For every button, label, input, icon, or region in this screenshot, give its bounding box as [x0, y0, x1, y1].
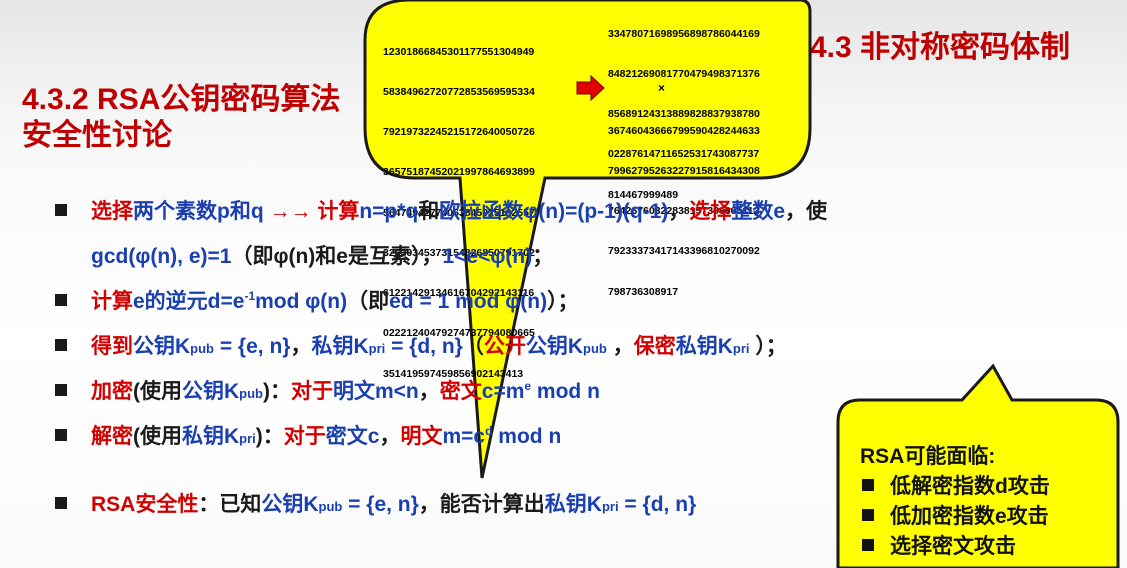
slide-title: 4.3 非对称密码体制 — [810, 31, 1071, 64]
callout-item: 低加密指数e攻击 — [862, 500, 1049, 530]
section-subtitle: 安全性讨论 — [22, 119, 172, 152]
callout-item: 选择密文攻击 — [862, 530, 1016, 560]
bullet-key-generation: 选择两个素数p和q →→ 计算n=p*q和欧拉函数φ(n)=(p-1)(q-1)… — [55, 195, 827, 225]
section-title: 4.3.2 RSA公钥密码算法 — [22, 83, 341, 116]
bullet-encryption: 加密(使用公钥Kpub)：对于明文m<n，密文c=me mod n — [55, 375, 600, 405]
bullet-square-icon — [55, 294, 67, 307]
bullet-key-generation-continued: gcd(φ(n), e)=1（即φ(n)和e是互素），1<e<φ(n)； — [91, 245, 554, 268]
bullet-rsa-security: RSA安全性：已知公钥Kpub = {e, n}，能否计算出私钥Kpri = {… — [55, 488, 696, 518]
bullet-square-icon — [55, 384, 67, 397]
bullet-square-icon — [862, 539, 874, 552]
bullet-compute-inverse: 计算e的逆元d=e-1mod φ(n)（即ed = 1 mod φ(n)）； — [55, 285, 579, 315]
bullet-square-icon — [862, 479, 874, 492]
arrow-right-icon — [576, 75, 605, 101]
bullet-decryption: 解密(使用私钥Kpri)：对于密文c，明文m=cd mod n — [55, 420, 561, 450]
bullet-square-icon — [55, 497, 67, 510]
callout-title: RSA可能面临: — [860, 445, 996, 468]
multiply-sign: × — [658, 81, 666, 95]
bullet-key-pair: 得到公钥Kpub = {e, n}，私钥Kpri = {d, n}（公开公钥Kp… — [55, 330, 787, 360]
bullet-square-icon — [55, 339, 67, 352]
bullet-square-icon — [862, 509, 874, 522]
bullet-square-icon — [55, 204, 67, 217]
callout-item: 低解密指数d攻击 — [862, 470, 1050, 500]
bullet-square-icon — [55, 429, 67, 442]
